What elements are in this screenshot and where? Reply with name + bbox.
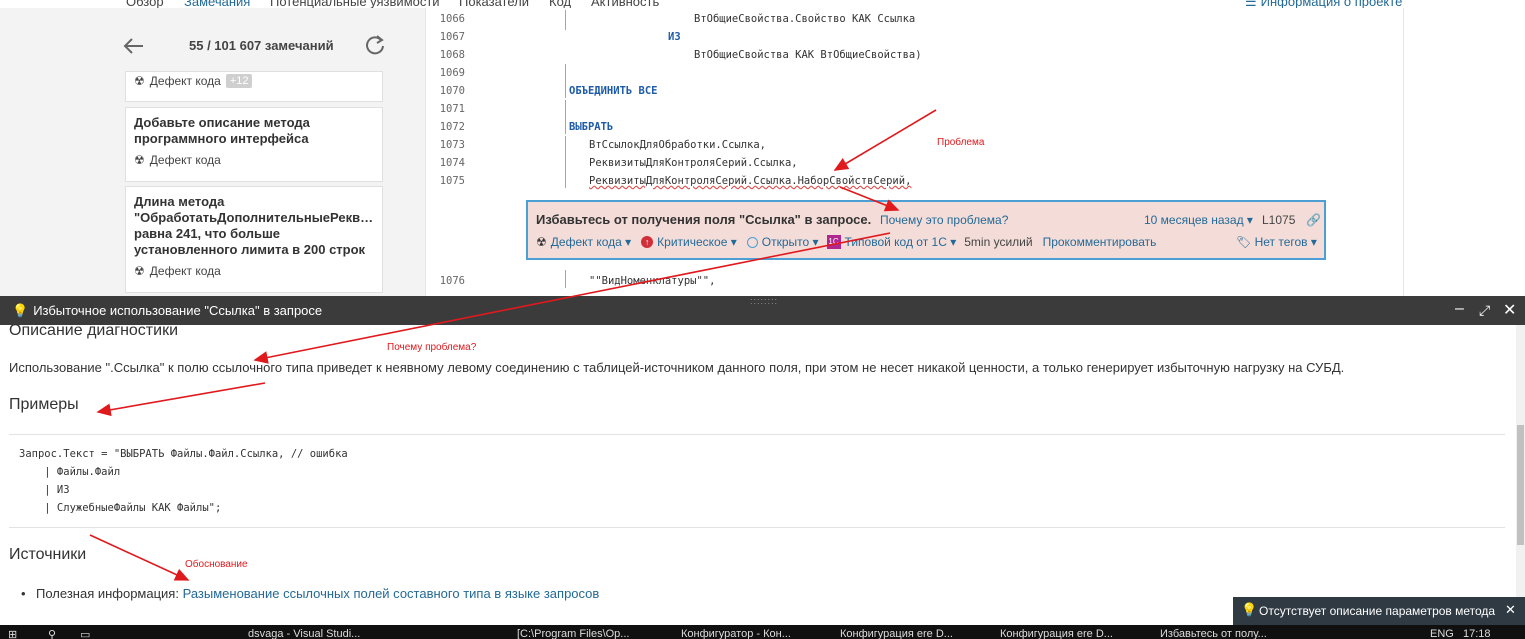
close-icon[interactable]: ✕	[1505, 602, 1516, 618]
arrow-why	[839, 186, 900, 212]
windows-start-icon[interactable]: ⊞	[8, 628, 17, 639]
arrow-problem	[833, 109, 937, 171]
taskbar-item[interactable]: Избавьтесь от полу...	[1160, 628, 1267, 639]
taskbar-item[interactable]: Конфигурация ere D...	[840, 628, 953, 639]
annotation-arrows	[89, 109, 937, 581]
taskbar-item[interactable]: Конфигурация ere D...	[1000, 628, 1113, 639]
arrow-description	[253, 232, 891, 364]
taskbar-item[interactable]: Конфигуратор - Кон...	[681, 628, 791, 639]
arrow-sources	[89, 534, 190, 581]
os-taskbar: ⊞ ⚲ ▭ dsvaga - Visual Studi... [C:\Progr…	[0, 625, 1525, 639]
language-indicator[interactable]: ENG	[1430, 628, 1454, 639]
toast-text: Отсутствует описание параметров метода	[1259, 604, 1496, 618]
search-icon[interactable]: ⚲	[48, 628, 56, 639]
taskbar-item[interactable]: dsvaga - Visual Studi...	[248, 628, 360, 639]
lightbulb-icon: 💡	[1241, 602, 1258, 617]
annotation-justification: Обоснование	[185, 559, 248, 570]
taskbar-item[interactable]: [C:\Program Files\Op...	[517, 628, 629, 639]
annotation-why-problem: Почему проблема?	[387, 342, 477, 353]
task-view-icon[interactable]: ▭	[80, 628, 90, 639]
notification-toast[interactable]: 💡 Отсутствует описание параметров метода…	[1233, 597, 1525, 625]
annotation-problem: Проблема	[937, 137, 985, 148]
arrow-examples	[96, 382, 266, 417]
clock[interactable]: 17:18	[1463, 628, 1491, 639]
